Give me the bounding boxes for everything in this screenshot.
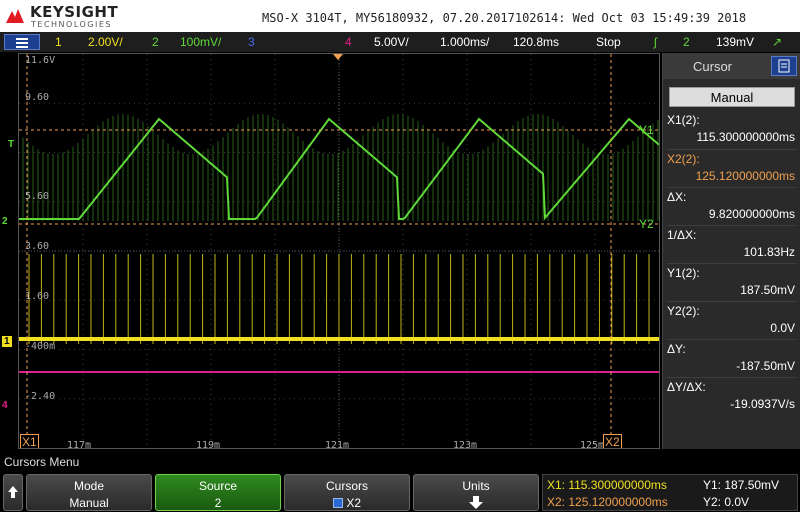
source-softkey[interactable]: Source 2 xyxy=(155,474,281,511)
readout-y2: Y2: 0.0V xyxy=(703,495,750,509)
y-axis-label-6: -2.40 xyxy=(25,391,56,402)
ch4-number[interactable]: 4 xyxy=(345,35,352,49)
brand-name: KEYSIGHT xyxy=(30,3,119,21)
cursor-panel-title: Cursor xyxy=(693,59,733,74)
ch1-ground-marker[interactable]: 1 xyxy=(2,336,12,347)
trigger-source[interactable]: 2 xyxy=(683,35,690,49)
readout-x2: X2: 125.120000000ms xyxy=(547,495,668,509)
source-softkey-label: Source xyxy=(198,479,238,493)
ch2-scale[interactable]: 100mV/ xyxy=(180,35,221,49)
y-axis-label-2: 5.60 xyxy=(25,191,50,202)
ch4-ground-marker[interactable]: 4 xyxy=(2,400,8,411)
dx-label: ΔX: xyxy=(667,190,687,204)
time-delay[interactable]: 120.8ms xyxy=(513,35,559,49)
inv-dx-readout-row: 1/ΔX: 101.83Hz xyxy=(667,225,797,263)
cursors-softkey[interactable]: Cursors X2 xyxy=(284,474,410,511)
units-softkey[interactable]: Units xyxy=(413,474,539,511)
dydx-readout-row: ΔY/ΔX: -19.0937V/s xyxy=(667,377,797,415)
x-axis-label-4: 125m xyxy=(580,440,605,449)
dy-readout-row: ΔY: -187.50mV xyxy=(667,339,797,377)
ch4-scale[interactable]: 5.00V/ xyxy=(374,35,409,49)
softkey-menu-title: Cursors Menu xyxy=(4,455,80,469)
ch1-number[interactable]: 1 xyxy=(55,35,62,49)
keysight-logo: KEYSIGHT TECHNOLOGIES xyxy=(4,2,144,30)
cursor-x1-tag[interactable]: X1 xyxy=(20,434,39,448)
channel-status-bar: 1 2.00V/ 2 100mV/ 3 4 5.00V/ 1.000ms/ 12… xyxy=(0,32,800,52)
y-axis-label-1: 9.60 xyxy=(25,92,50,103)
timebase-scale[interactable]: 1.000ms/ xyxy=(440,35,489,49)
x2-readout-row: X2(2): 125.120000000ms xyxy=(667,149,797,187)
x-axis-label-1: 119m xyxy=(196,440,221,449)
cursor-panel-header: Cursor xyxy=(663,53,800,79)
trigger-edge-icon: ʃ xyxy=(654,35,657,49)
x-axis-label-0: 117m xyxy=(67,440,92,449)
waveform-traces xyxy=(19,54,659,448)
cursor-readout-box: X1: 115.300000000ms X2: 125.120000000ms … xyxy=(542,474,798,511)
x1-label: X1(2): xyxy=(667,113,700,127)
cursor-mode-indicator[interactable]: Manual xyxy=(669,87,795,107)
y-axis-label-4: 1.60 xyxy=(25,291,50,302)
y2-value: 0.0V xyxy=(770,321,795,335)
x-axis-label-3: 123m xyxy=(453,440,478,449)
ch1-scale[interactable]: 2.00V/ xyxy=(88,35,123,49)
y2-label: Y2(2): xyxy=(667,304,700,318)
mode-softkey-label: Mode xyxy=(73,479,105,493)
cursor-panel: Cursor Manual X1(2): 115.300000000ms X2(… xyxy=(662,53,800,449)
y-axis-label-3: 3.60 xyxy=(25,241,50,252)
y1-value: 187.50mV xyxy=(740,283,795,297)
cursors-softkey-selection: X2 xyxy=(346,496,362,510)
down-arrow-icon xyxy=(414,496,538,512)
dx-value: 9.820000000ms xyxy=(708,207,795,221)
trigger-level-marker[interactable]: T xyxy=(8,139,14,150)
ch2-ground-marker[interactable]: 2 xyxy=(2,216,8,227)
cursors-softkey-label: Cursors xyxy=(325,479,368,493)
x2-value: 125.120000000ms xyxy=(695,169,795,183)
dx-readout-row: ΔX: 9.820000000ms xyxy=(667,187,797,225)
y-axis-label-0: 11.6V xyxy=(25,55,56,66)
dy-label: ΔY: xyxy=(667,342,686,356)
ch3-number[interactable]: 3 xyxy=(248,35,255,49)
mode-softkey-value: Manual xyxy=(69,496,109,510)
mode-softkey[interactable]: Mode Manual xyxy=(26,474,152,511)
x1-readout-row: X1(2): 115.300000000ms xyxy=(667,111,797,149)
y1-readout-row: Y1(2): 187.50mV xyxy=(667,263,797,301)
cursor-select-box-icon xyxy=(332,498,343,508)
softkey-bar: Mode Manual Source 2 Cursors X2 Units X1… xyxy=(0,472,800,512)
x1-value: 115.300000000ms xyxy=(696,130,795,144)
trigger-position-marker xyxy=(333,54,343,60)
y2-readout-row: Y2(2): 0.0V xyxy=(667,301,797,339)
waveform-display[interactable]: 11.6V 9.60 5.60 3.60 1.60 -400m -2.40 11… xyxy=(18,53,660,449)
dydx-value: -19.0937V/s xyxy=(730,397,795,411)
brand-sub: TECHNOLOGIES xyxy=(31,20,112,29)
cursor-y1-tag[interactable]: Y1 xyxy=(639,123,654,137)
dydx-label: ΔY/ΔX: xyxy=(667,380,706,394)
cursor-x2-tag[interactable]: X2 xyxy=(603,434,622,448)
top-header: KEYSIGHT TECHNOLOGIES MSO-X 3104T, MY561… xyxy=(0,0,800,32)
x2-label: X2(2): xyxy=(667,152,700,166)
inv-dx-label: 1/ΔX: xyxy=(667,228,697,242)
y-axis-label-5: -400m xyxy=(25,341,56,352)
dy-value: -187.50mV xyxy=(736,359,795,373)
up-arrow-icon xyxy=(8,486,18,498)
units-softkey-label: Units xyxy=(462,479,490,493)
cursor-y2-tag[interactable]: Y2 xyxy=(639,217,654,231)
cursors-softkey-value: X2 xyxy=(285,496,409,510)
scope-title: MSO-X 3104T, MY56180932, 07.20.201710261… xyxy=(262,11,747,25)
readout-y1: Y1: 187.50mV xyxy=(703,478,780,492)
readout-x1: X1: 115.300000000ms xyxy=(547,478,667,492)
panel-menu-icon[interactable] xyxy=(771,56,797,76)
inv-dx-value: 101.83Hz xyxy=(743,245,795,259)
source-softkey-value: 2 xyxy=(214,496,222,510)
main-menu-icon[interactable] xyxy=(4,34,40,50)
back-up-button[interactable] xyxy=(3,474,23,511)
y1-label: Y1(2): xyxy=(667,266,700,280)
run-state[interactable]: Stop xyxy=(596,35,621,49)
keysight-wave-icon xyxy=(6,9,24,23)
trigger-level[interactable]: 139mV xyxy=(716,35,754,49)
x-axis-label-2: 121m xyxy=(325,440,350,449)
cursor-arrow-icon[interactable]: ↗ xyxy=(772,35,782,49)
ch2-number[interactable]: 2 xyxy=(152,35,159,49)
